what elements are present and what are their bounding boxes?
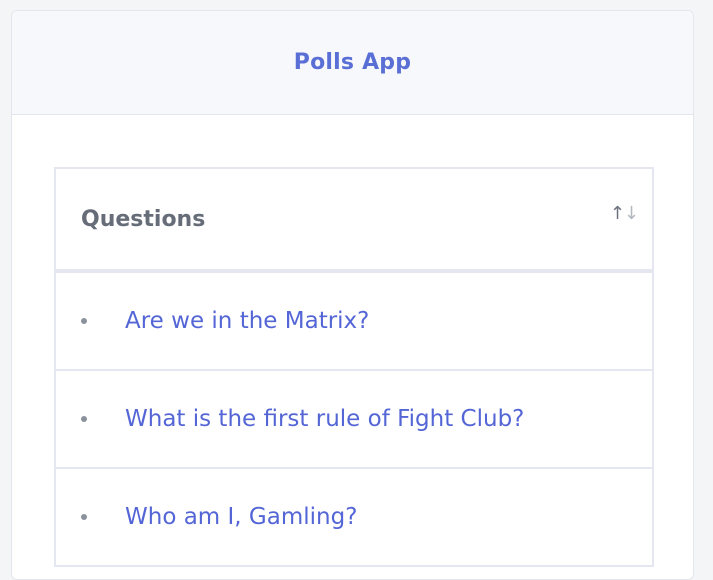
polls-card: Polls App Questions ↑↓ Are we in the Mat… <box>11 10 694 580</box>
questions-table: Questions ↑↓ Are we in the Matrix? What … <box>54 167 654 567</box>
question-link[interactable]: Who am I, Gamling? <box>125 504 357 530</box>
bullet-icon <box>81 416 87 422</box>
question-link[interactable]: Are we in the Matrix? <box>125 308 369 334</box>
bullet-icon <box>81 514 87 520</box>
card-header: Polls App <box>12 11 693 115</box>
column-header-questions: Questions <box>81 206 206 232</box>
list-item: What is the first rule of Fight Club? <box>56 371 652 469</box>
app-title: Polls App <box>293 50 412 75</box>
table-header: Questions ↑↓ <box>56 169 652 273</box>
sort-arrows-icon[interactable]: ↑↓ <box>610 203 639 224</box>
bullet-icon <box>81 318 87 324</box>
list-item: Are we in the Matrix? <box>56 273 652 371</box>
question-link[interactable]: What is the first rule of Fight Club? <box>125 406 524 432</box>
list-item: Who am I, Gamling? <box>56 469 652 567</box>
